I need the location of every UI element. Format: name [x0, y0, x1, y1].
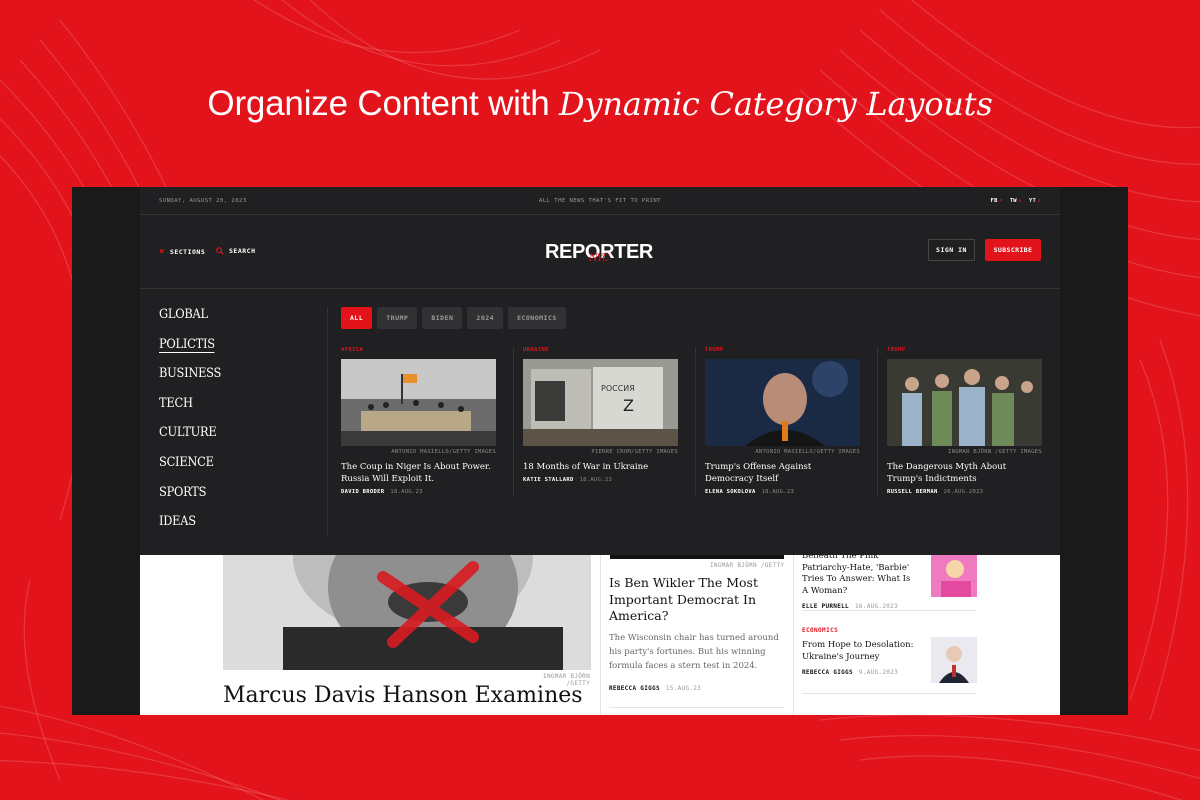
svg-text:Z: Z: [623, 396, 634, 415]
right-article-category: ECONOMICS: [802, 627, 839, 634]
tab-biden[interactable]: BIDEN: [422, 307, 463, 329]
card-byline: ELENA SOKOLOVA 18.AUG.23: [705, 489, 795, 495]
card-title: Trump's Offense Against Democracy Itself: [705, 462, 812, 484]
close-icon: ×: [159, 247, 165, 257]
mid-article-title[interactable]: Is Ben Wikler The Most Important Democra…: [609, 575, 784, 625]
card-title: 18 Months of War in Ukraine: [523, 462, 649, 472]
tab-all[interactable]: ALL: [341, 307, 373, 329]
article-card[interactable]: UKRAINE POCCИЯ Z PIERRE CROM/GETTY IMAGES…: [523, 347, 678, 483]
menu-item-tech[interactable]: TECH: [159, 396, 221, 426]
browser-frame: INGMAR BJÖRN /GETTY Marcus Davis Hanson …: [72, 187, 1128, 715]
card-credit: INGMAR BJÖRN /GETTY IMAGES: [948, 449, 1042, 455]
card-byline: RUSSELL BERMAN 20.AUG.2023: [887, 489, 984, 495]
card-image: POCCИЯ Z: [523, 359, 678, 446]
sections-overlay: SUNDAY, AUGUST 20, 2023 ALL THE NEWS THA…: [72, 187, 1128, 555]
card-image: [705, 359, 860, 446]
site-header: × SECTIONS SEARCH REPORTER NYC SIGN IN S…: [140, 215, 1060, 289]
right-article-title: Beneath The Pink Patriarchy-Hate, 'Barbi…: [802, 551, 911, 596]
sections-menu: GLOBAL POLICTIS BUSINESS TECH CULTURE SC…: [159, 307, 230, 544]
headline-plain: Organize Content with: [207, 84, 560, 123]
card-image: [887, 359, 1042, 446]
mid-article-byline: REBECCA GIGGS 15.AUG.23: [609, 685, 702, 692]
menu-item-science[interactable]: SCIENCE: [159, 455, 221, 485]
article-card[interactable]: TRUMP INGMAR BJÖRN /GETTY IMAGES The Dan…: [887, 347, 1042, 495]
social-link-yt[interactable]: YT↗: [1029, 197, 1041, 204]
card-credit: ANTONIO MASIELLO/GETTY IMAGES: [755, 449, 860, 455]
article-card[interactable]: TRUMP ANTONIO MASIELLO/GETTY IMAGES Trum…: [705, 347, 860, 495]
menu-item-ideas[interactable]: IDEAS: [159, 514, 221, 544]
right-article-item[interactable]: ECONOMICS From Hope to Desolation: Ukrai…: [802, 627, 977, 683]
banner-headline: Organize Content with Dynamic Category L…: [0, 84, 1200, 124]
tab-trump[interactable]: TRUMP: [377, 307, 418, 329]
search-button[interactable]: SEARCH: [216, 247, 255, 255]
card-credit: ANTONIO MASIELLO/GETTY IMAGES: [391, 449, 496, 455]
right-article-title: From Hope to Desolation: Ukraine's Journ…: [802, 640, 914, 662]
portrait-thumbnail: [931, 637, 977, 683]
hero-title[interactable]: Marcus Davis Hanson Examines: [223, 683, 583, 708]
menu-item-business[interactable]: BUSINESS: [159, 366, 221, 396]
sections-toggle[interactable]: × SECTIONS: [159, 247, 205, 257]
mid-credit: INGMAR BJÖRN /GETTY: [710, 562, 785, 569]
card-category: TRUMP: [705, 347, 724, 353]
logo-sub: NYC: [589, 253, 610, 264]
svg-text:POCCИЯ: POCCИЯ: [601, 384, 635, 393]
card-byline: DAVID BRODER 18.AUG.23: [341, 489, 423, 495]
arrow-up-right-icon: ↗: [1037, 197, 1041, 204]
card-byline: KATIE STALLARD 18.AUG.23: [523, 477, 613, 483]
sign-in-button[interactable]: SIGN IN: [928, 239, 975, 261]
menu-item-culture[interactable]: CULTURE: [159, 425, 221, 455]
card-category: TRUMP: [887, 347, 906, 353]
card-title: The Dangerous Myth About Trump's Indictm…: [887, 462, 1007, 484]
menu-item-politics[interactable]: POLICTIS: [159, 336, 221, 367]
right-article-byline: ELLE PURNELL 16.AUG.2023: [802, 603, 898, 610]
article-card[interactable]: AFRICA ANTONIO MASIELLO/GETTY IMAGES The…: [341, 347, 496, 495]
arrow-up-right-icon: ↗: [998, 197, 1003, 204]
card-title: The Coup in Niger Is About Power. Russia…: [341, 462, 491, 484]
subscribe-button[interactable]: SUBSCRIBE: [985, 239, 1041, 261]
menu-item-sports[interactable]: SPORTS: [159, 485, 221, 515]
right-article-item[interactable]: Beneath The Pink Patriarchy-Hate, 'Barbi…: [802, 551, 977, 610]
social-link-tw[interactable]: TW↗: [1010, 197, 1022, 204]
card-category: AFRICA: [341, 347, 364, 353]
card-category: UKRAINE: [523, 347, 549, 353]
site-logo[interactable]: REPORTER NYC: [545, 239, 657, 267]
tagline: ALL THE NEWS THAT'S FIT TO PRINT: [539, 198, 661, 204]
card-credit: PIERRE CROM/GETTY IMAGES: [591, 449, 678, 455]
tab-2024[interactable]: 2024: [467, 307, 504, 329]
tab-economics[interactable]: ECONOMICS: [508, 307, 566, 329]
search-icon: [216, 247, 224, 255]
menu-item-global[interactable]: GLOBAL: [159, 307, 221, 337]
headline-italic: Dynamic Category Layouts: [559, 85, 993, 123]
top-bar: SUNDAY, AUGUST 20, 2023 ALL THE NEWS THA…: [140, 187, 1060, 215]
filter-tabs: ALL TRUMP BIDEN 2024 ECONOMICS: [341, 307, 566, 329]
mid-article-summary: The Wisconsin chair has turned around hi…: [609, 633, 779, 671]
social-links: FB↗ TW↗ YT↗: [991, 197, 1041, 204]
arrow-up-right-icon: ↗: [1017, 197, 1022, 204]
card-image: [341, 359, 496, 446]
barbie-thumbnail: [931, 551, 977, 597]
social-link-fb[interactable]: FB↗: [991, 197, 1003, 204]
